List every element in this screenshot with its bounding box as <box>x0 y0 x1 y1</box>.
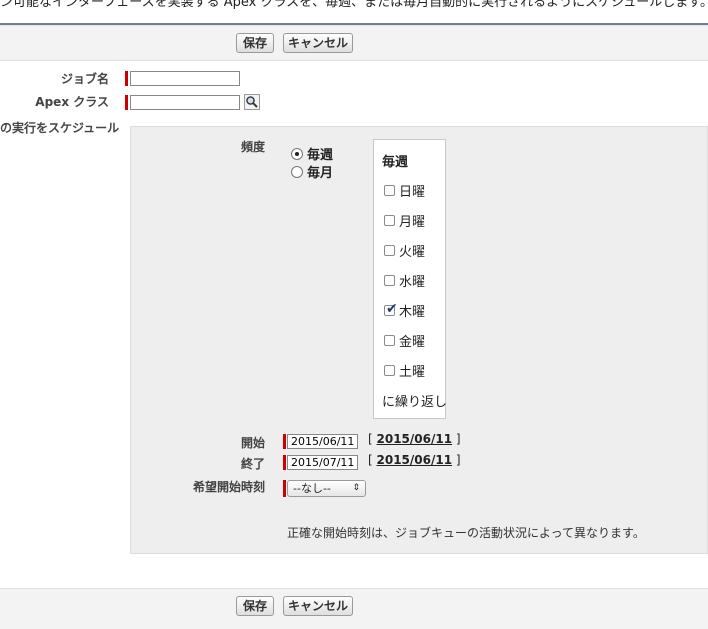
frequency-monthly-radio[interactable] <box>291 166 303 178</box>
required-marker <box>125 95 128 110</box>
end-today-link[interactable]: 2015/06/11 <box>377 453 453 467</box>
start-time-note: 正確な開始時刻は、ジョブキューの活動状況によって異なります。 <box>287 526 645 540</box>
start-date-input[interactable]: 2015/06/11 <box>287 434 358 449</box>
day-label: 水曜 <box>399 275 426 290</box>
required-marker <box>283 434 286 449</box>
day-label: 火曜 <box>399 245 426 260</box>
job-name-input[interactable] <box>130 71 240 86</box>
frequency-label: 頻度 <box>241 140 266 154</box>
weekly-title: 毎週 <box>382 155 409 170</box>
save-button-top[interactable]: 保存 <box>236 33 274 53</box>
apex-class-label: Apex クラス <box>35 95 109 109</box>
day-label: 金曜 <box>399 335 426 350</box>
day-label: 月曜 <box>399 215 426 230</box>
cancel-button-bottom[interactable]: キャンセル <box>283 596 353 616</box>
cancel-button-top[interactable]: キャンセル <box>283 33 353 53</box>
end-label: 終了 <box>240 457 265 471</box>
day-checkbox-thursday[interactable]: ✔ <box>384 301 398 317</box>
day-checkbox-sunday[interactable] <box>384 185 395 196</box>
day-label: 木曜 <box>399 305 426 320</box>
day-checkbox-monday[interactable] <box>384 215 395 226</box>
preferred-time-select[interactable]: --なし-- ⇕ <box>287 480 366 497</box>
day-checkbox-friday[interactable] <box>384 335 395 346</box>
bottom-button-bar: 保存 キャンセル <box>0 588 708 629</box>
repeat-label: に繰り返し <box>382 395 448 410</box>
intro-text: ン可能なインターフェースを実装する Apex クラスを、毎週、または毎月自動的に… <box>0 0 708 10</box>
frequency-monthly-label: 毎月 <box>307 166 334 181</box>
preferred-time-label: 希望開始時刻 <box>192 480 265 494</box>
day-label: 日曜 <box>399 185 426 200</box>
day-label: 土曜 <box>399 365 426 380</box>
start-label: 開始 <box>240 436 265 450</box>
checkmark-icon: ✔ <box>386 301 398 317</box>
day-checkbox-wednesday[interactable] <box>384 275 395 286</box>
preferred-time-value: --なし-- <box>293 482 331 495</box>
required-marker <box>283 455 286 470</box>
job-name-label: ジョブ名 <box>60 72 109 86</box>
magnifier-icon[interactable] <box>244 94 260 110</box>
end-date-input[interactable]: 2015/07/11 <box>287 455 358 470</box>
required-marker <box>125 71 128 86</box>
required-marker <box>283 480 286 497</box>
day-checkbox-tuesday[interactable] <box>384 245 395 256</box>
frequency-weekly-radio[interactable] <box>291 148 303 160</box>
end-date-shortcut: [ 2015/06/11 ] <box>368 453 461 467</box>
frequency-weekly-label: 毎週 <box>307 148 334 163</box>
save-button-bottom[interactable]: 保存 <box>236 596 274 616</box>
start-date-shortcut: [ 2015/06/11 ] <box>368 432 461 446</box>
updown-arrow-icon: ⇕ <box>352 483 360 493</box>
day-checkbox-saturday[interactable] <box>384 365 395 376</box>
schedule-label: の実行をスケジュール <box>0 121 120 135</box>
start-today-link[interactable]: 2015/06/11 <box>377 432 453 446</box>
top-button-bar: 保存 キャンセル <box>0 25 708 61</box>
apex-class-input[interactable] <box>130 95 240 110</box>
